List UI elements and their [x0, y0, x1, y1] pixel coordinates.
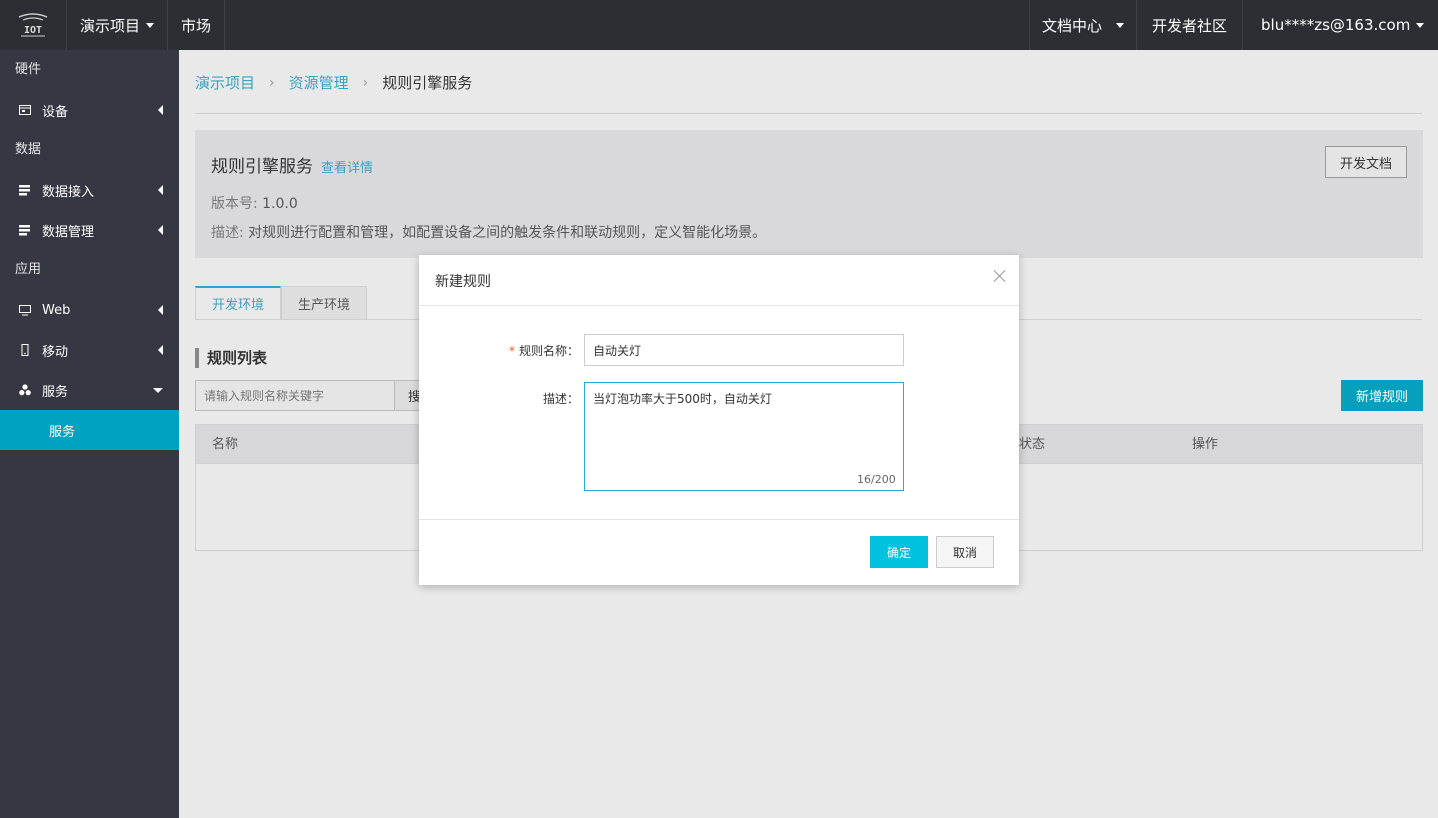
dialog-title: 新建规则 [435, 274, 491, 290]
dialog-footer-divider [419, 519, 1019, 520]
description-textarea[interactable]: 当灯泡功率大于500时，自动关灯 [584, 382, 904, 491]
cancel-button[interactable]: 取消 [936, 536, 994, 568]
rule-name-label: * 规则名称： [419, 342, 579, 359]
close-icon[interactable] [993, 269, 1007, 283]
new-rule-dialog: 新建规则 *规则名称： 描述： 当灯泡功率大于500时，自动关灯 16/200 … [419, 255, 1019, 585]
dialog-header: 新建规则 [419, 255, 1019, 306]
description-field-label: 描述： [542, 392, 579, 406]
confirm-button[interactable]: 确定 [870, 536, 928, 568]
rule-name-label-text: 规则名称： [518, 344, 579, 358]
char-counter: 16/200 [857, 473, 896, 486]
rule-name-input[interactable] [584, 334, 904, 366]
required-marker: * [508, 344, 515, 358]
